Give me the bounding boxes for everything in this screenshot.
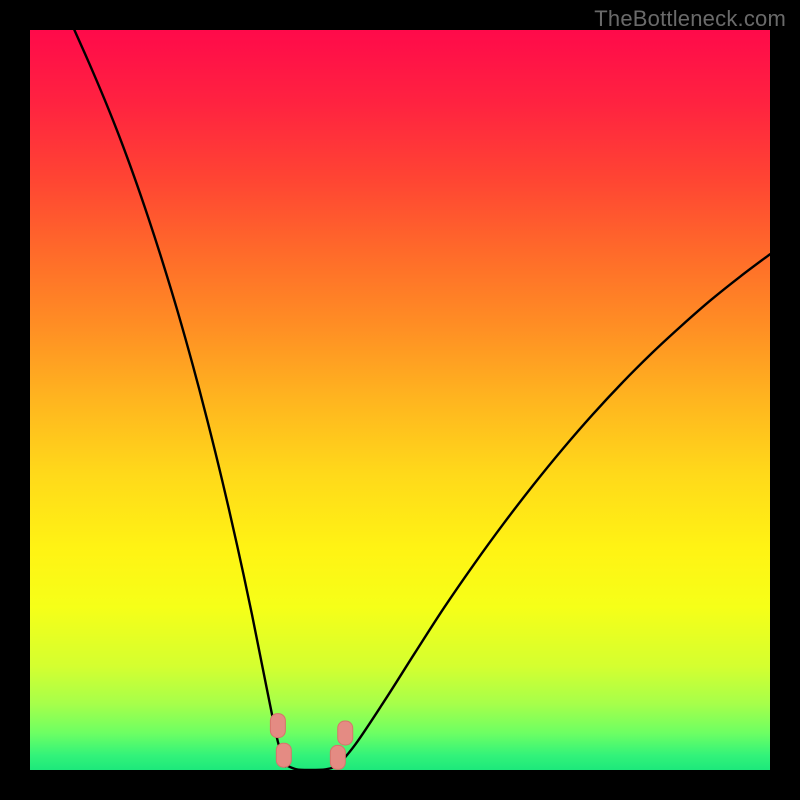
right-marker-lower <box>330 745 345 769</box>
chart-frame: TheBottleneck.com <box>0 0 800 800</box>
plot-area <box>30 30 770 770</box>
right-marker-upper <box>338 721 353 745</box>
watermark-text: TheBottleneck.com <box>594 6 786 32</box>
chart-svg <box>30 30 770 770</box>
left-marker-lower <box>276 743 291 767</box>
left-marker-upper <box>270 714 285 738</box>
gradient-background <box>30 30 770 770</box>
